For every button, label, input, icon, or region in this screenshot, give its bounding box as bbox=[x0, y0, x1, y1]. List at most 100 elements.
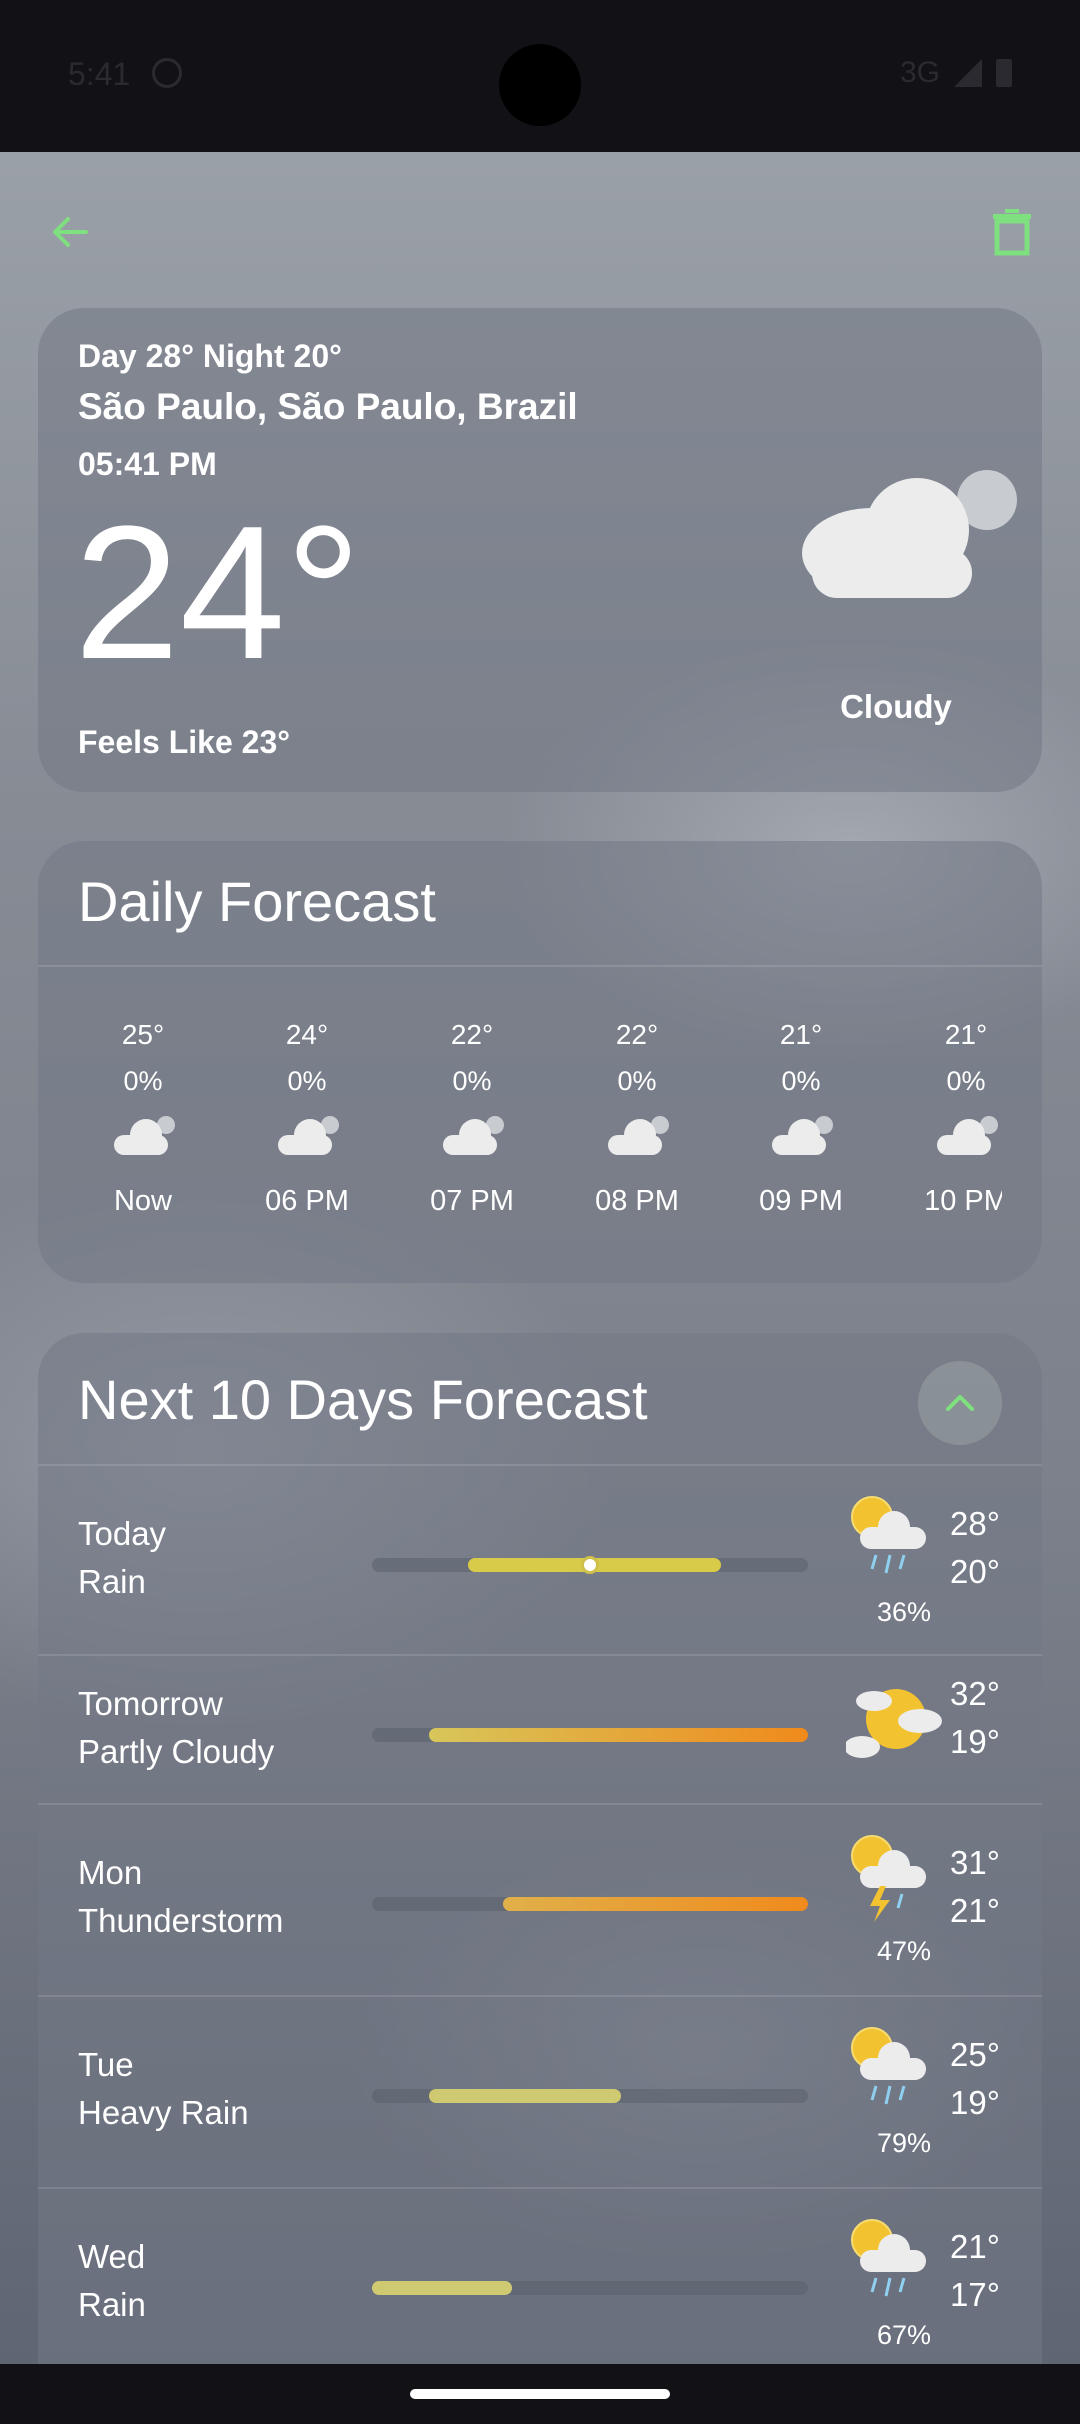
hour-precip: 0% bbox=[123, 1066, 163, 1096]
hour-label: Now bbox=[113, 1185, 172, 1217]
status-check-icon bbox=[152, 58, 182, 88]
hourly-item: 24° 0% 06 PM bbox=[242, 1011, 372, 1218]
day-high: 21° bbox=[950, 2228, 1000, 2265]
cloud-icon bbox=[937, 1116, 998, 1155]
day-precip: 36% bbox=[876, 1597, 932, 1627]
status-time: 5:41 bbox=[68, 56, 131, 92]
day-high: 31° bbox=[950, 1844, 1000, 1881]
cloud-icon bbox=[443, 1116, 504, 1155]
hourly-item: 22° 0% 08 PM bbox=[572, 1011, 702, 1218]
hour-temp: 21° bbox=[779, 1019, 823, 1050]
current-temperature: 24° bbox=[74, 487, 362, 699]
cloud-icon bbox=[772, 1116, 833, 1155]
hour-label: 07 PM bbox=[430, 1185, 514, 1217]
day-night-temps: Day 28° Night 20° bbox=[78, 338, 342, 374]
chevron-up-icon bbox=[946, 1395, 974, 1411]
day-condition: Partly Cloudy bbox=[78, 1733, 275, 1770]
temperature-range-bar bbox=[372, 2281, 808, 2295]
hour-label: 08 PM bbox=[595, 1185, 679, 1217]
day-row[interactable]: Wed Rain 67% 21° 17° bbox=[38, 2188, 1042, 2379]
hourly-item: 21° 0% 09 PM bbox=[736, 1011, 866, 1218]
hourly-item: 21° 0% 10 PM bbox=[901, 1011, 1002, 1218]
current-condition: Cloudy bbox=[840, 688, 952, 725]
hour-temp: 22° bbox=[450, 1019, 494, 1050]
day-low: 19° bbox=[950, 1723, 1000, 1760]
hour-label: 06 PM bbox=[265, 1185, 349, 1217]
sun-cloud-lightning-icon bbox=[851, 1835, 926, 1922]
daily-forecast-title: Daily Forecast bbox=[78, 870, 436, 933]
hourly-forecast-list[interactable]: 25° 0% Now 24° 0% 06 PM 22° 0% 07 PM 22°… bbox=[78, 1011, 1002, 1261]
home-indicator[interactable] bbox=[410, 2389, 670, 2399]
day-name: Mon bbox=[78, 1854, 143, 1891]
current-weather-card: Day 28° Night 20° São Paulo, São Paulo, … bbox=[38, 308, 1042, 792]
hour-precip: 0% bbox=[781, 1066, 821, 1096]
day-low: 17° bbox=[950, 2276, 1000, 2313]
day-name: Tue bbox=[78, 2046, 134, 2083]
hour-precip: 0% bbox=[452, 1066, 492, 1096]
location-name: São Paulo, São Paulo, Brazil bbox=[78, 386, 578, 427]
temperature-range-bar bbox=[372, 1897, 808, 1911]
delete-button[interactable] bbox=[980, 200, 1044, 264]
temperature-range-bar bbox=[372, 2089, 808, 2103]
hourly-item: 22° 0% 07 PM bbox=[407, 1011, 537, 1218]
temperature-range-bar bbox=[372, 1728, 808, 1742]
day-low: 20° bbox=[950, 1553, 1000, 1590]
range-fill bbox=[428, 2089, 621, 2103]
day-low: 21° bbox=[950, 1892, 1000, 1929]
cloud-icon bbox=[802, 470, 1017, 598]
day-condition: Rain bbox=[78, 2286, 146, 2323]
day-precip: 47% bbox=[876, 1936, 932, 1966]
partly-cloudy-icon bbox=[846, 1689, 942, 1758]
cloud-icon bbox=[608, 1116, 669, 1155]
hour-label: 09 PM bbox=[759, 1185, 843, 1217]
day-high: 25° bbox=[950, 2036, 1000, 2073]
network-type: 3G bbox=[899, 56, 940, 89]
battery-icon bbox=[996, 59, 1012, 87]
trash-icon bbox=[993, 209, 1031, 256]
hour-precip: 0% bbox=[617, 1066, 657, 1096]
day-name: Tomorrow bbox=[78, 1685, 223, 1722]
cloud-icon bbox=[278, 1116, 339, 1155]
day-name: Wed bbox=[78, 2238, 146, 2275]
daily-forecast-card: Daily Forecast 25° 0% Now 24° 0% 06 PM 2… bbox=[38, 841, 1042, 1283]
cloud-icon bbox=[114, 1116, 175, 1155]
day-precip: 67% bbox=[876, 2320, 932, 2350]
hour-temp: 22° bbox=[615, 1019, 659, 1050]
status-indicators: 3G bbox=[900, 56, 1012, 90]
day-row[interactable]: Tue Heavy Rain 79% 25° 19° bbox=[38, 1996, 1042, 2187]
ten-day-forecast-card: Next 10 Days Forecast Today Rain 36% 28°… bbox=[38, 1333, 1042, 2424]
hour-temp: 25° bbox=[121, 1019, 165, 1050]
hour-precip: 0% bbox=[946, 1066, 986, 1096]
day-row[interactable]: Today Rain 36% 28° 20° bbox=[38, 1465, 1042, 1654]
current-temp-marker bbox=[581, 1556, 599, 1574]
range-fill bbox=[428, 1728, 808, 1742]
ten-day-title: Next 10 Days Forecast bbox=[78, 1368, 648, 1431]
range-fill bbox=[372, 2281, 512, 2295]
status-bar: 5:41 3G bbox=[0, 0, 1080, 152]
day-condition: Heavy Rain bbox=[78, 2094, 249, 2131]
day-low: 19° bbox=[950, 2084, 1000, 2121]
divider bbox=[38, 965, 1042, 967]
signal-icon bbox=[954, 59, 982, 87]
hour-label: 10 PM bbox=[924, 1185, 1002, 1217]
hourly-item: 25° 0% Now bbox=[78, 1011, 208, 1218]
day-name: Today bbox=[78, 1515, 167, 1552]
day-precip: 79% bbox=[876, 2128, 932, 2158]
feels-like: Feels Like 23° bbox=[78, 724, 291, 760]
day-row[interactable]: Tomorrow Partly Cloudy 32° 19° bbox=[38, 1655, 1042, 1803]
temperature-range-bar bbox=[372, 1556, 808, 1574]
day-row[interactable]: Mon Thunderstorm 47% 31° 21° bbox=[38, 1804, 1042, 1995]
sun-cloud-rain-icon bbox=[851, 1496, 926, 1574]
sun-cloud-rain-icon bbox=[851, 2027, 926, 2105]
hour-temp: 21° bbox=[944, 1019, 988, 1050]
hour-temp: 24° bbox=[285, 1019, 329, 1050]
hour-precip: 0% bbox=[287, 1066, 327, 1096]
back-button[interactable] bbox=[38, 200, 102, 264]
sun-cloud-rain-icon bbox=[851, 2219, 926, 2297]
day-condition: Thunderstorm bbox=[78, 1902, 284, 1939]
day-condition: Rain bbox=[78, 1563, 146, 1600]
collapse-button[interactable] bbox=[918, 1361, 1002, 1445]
arrow-left-icon bbox=[53, 217, 88, 247]
range-fill bbox=[502, 1897, 808, 1911]
day-high: 32° bbox=[950, 1675, 1000, 1712]
